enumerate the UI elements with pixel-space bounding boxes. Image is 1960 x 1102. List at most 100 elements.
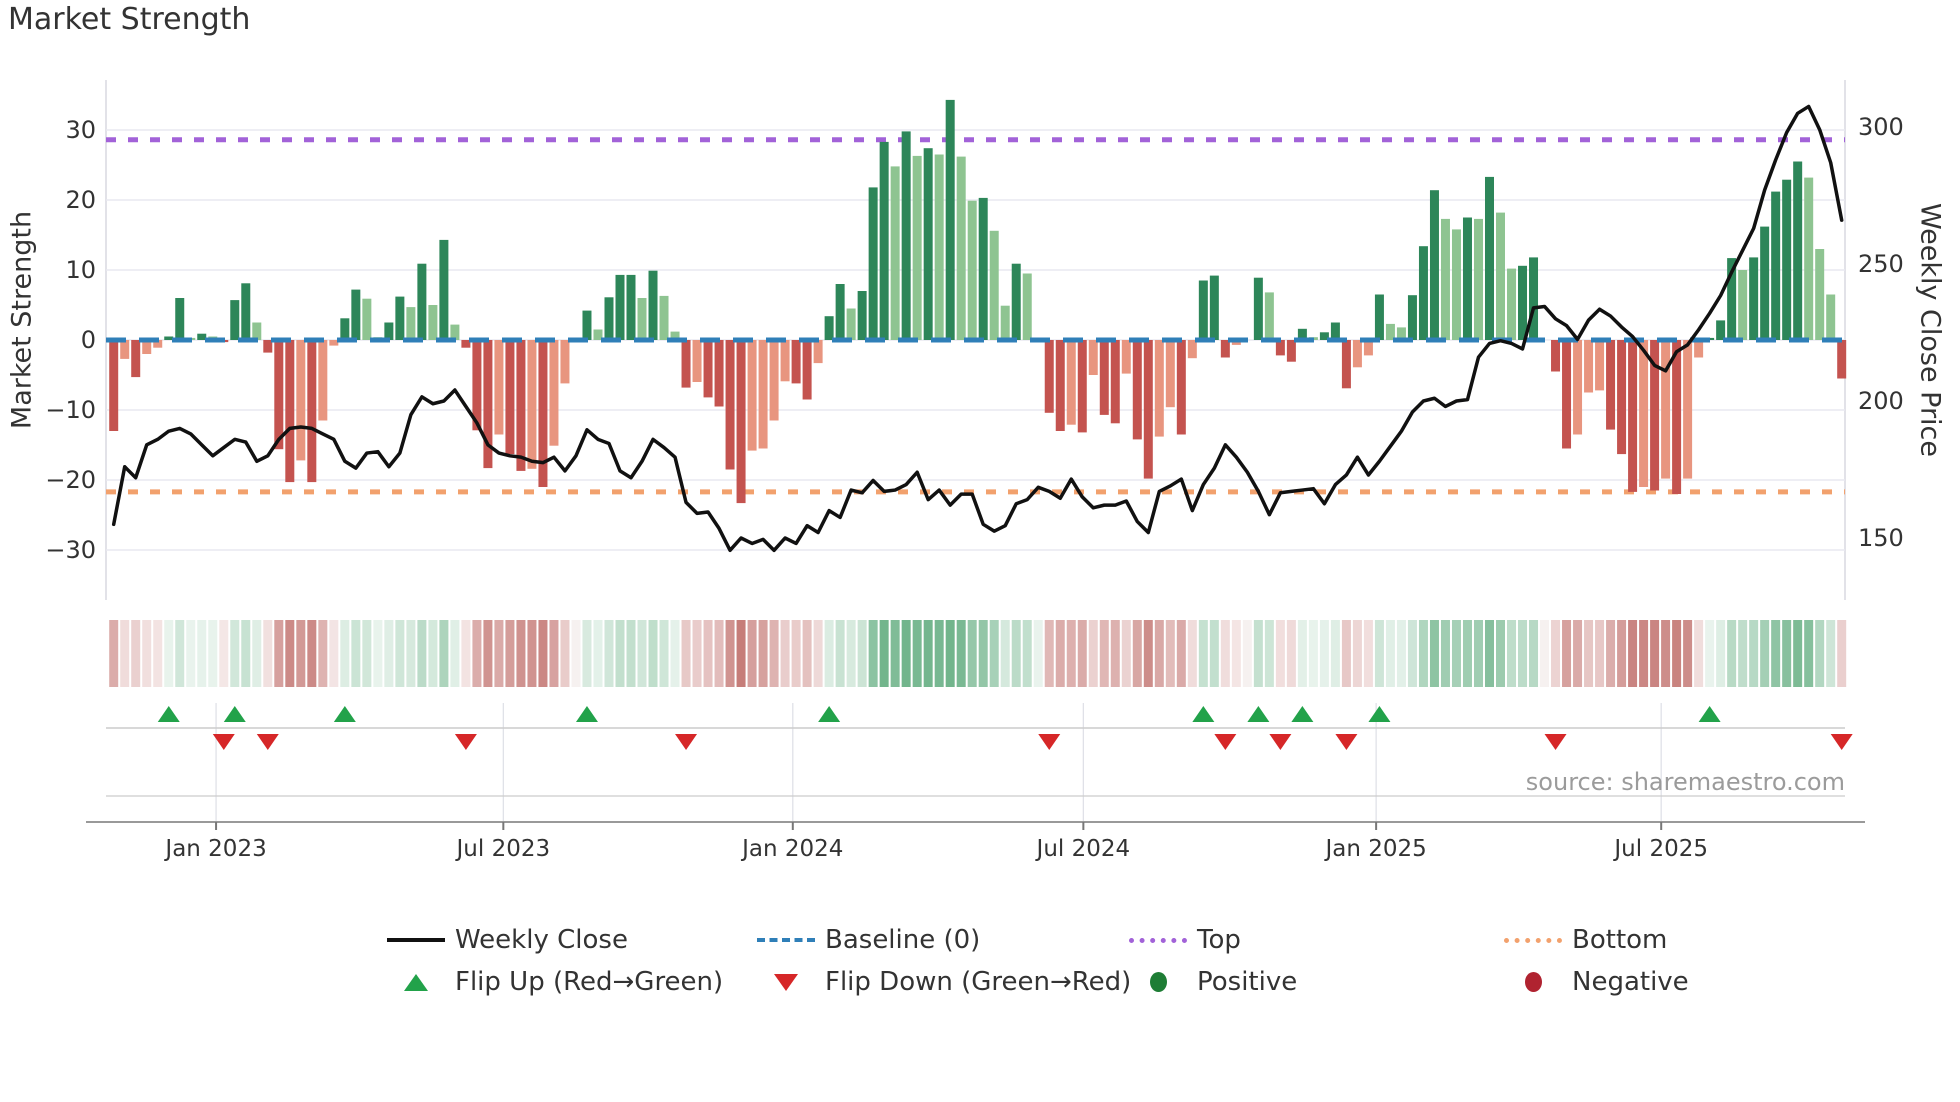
heat-cell (1606, 620, 1616, 687)
heat-cell (1165, 620, 1175, 687)
strength-bar (1694, 340, 1704, 358)
legend-item-negative: Negative (1504, 967, 1689, 997)
strength-bar (120, 340, 130, 359)
strength-bar (417, 263, 427, 340)
flip-up-triangle-icon (387, 973, 445, 991)
heat-cell (1088, 620, 1098, 687)
heat-cell (791, 620, 801, 687)
heat-cell (857, 620, 867, 687)
strength-bar (1088, 340, 1098, 375)
strength-bar (538, 340, 548, 487)
strength-bar (1011, 263, 1021, 340)
heat-cell (901, 620, 911, 687)
heat-cell (472, 620, 482, 687)
heat-cell (615, 620, 625, 687)
strength-bar (659, 295, 669, 340)
strength-bar (835, 284, 845, 340)
legend-label: Positive (1197, 967, 1298, 997)
flip-down-triangle-icon (757, 973, 815, 991)
strength-bar (1507, 268, 1517, 340)
heat-cell (197, 620, 207, 687)
heat-cell (1055, 620, 1065, 687)
heat-cell (1837, 620, 1847, 687)
chart-canvas: Market Strength Market Strength Weekly C… (0, 0, 1960, 1102)
strength-bar (274, 340, 284, 450)
heat-cell (1044, 620, 1054, 687)
strength-bar (560, 340, 570, 384)
strength-bar (1595, 340, 1605, 391)
heat-cell (1000, 620, 1010, 687)
legend-label: Negative (1572, 967, 1689, 997)
heat-cell (208, 620, 218, 687)
heat-cell (868, 620, 878, 687)
strength-bar (1451, 229, 1461, 340)
heat-cell (219, 620, 229, 687)
strength-bar (945, 99, 955, 341)
heat-cell (109, 620, 119, 687)
strength-bar (813, 340, 823, 364)
heat-cell (494, 620, 504, 687)
strength-bar (637, 298, 647, 340)
heat-cell (1121, 620, 1131, 687)
heat-cell (1275, 620, 1285, 687)
strength-bar (1793, 161, 1803, 340)
strength-bar (758, 340, 768, 449)
flip-up-marker (1368, 706, 1391, 722)
heat-cell (879, 620, 889, 687)
strength-bar (736, 340, 746, 504)
strength-bar (1573, 340, 1583, 435)
heat-cell (1385, 620, 1395, 687)
strength-bar (1518, 265, 1528, 340)
heat-cell (747, 620, 757, 687)
strength-bar (351, 289, 361, 340)
heat-cell (538, 620, 548, 687)
heat-cell (1209, 620, 1219, 687)
strength-bar (626, 274, 636, 340)
flip-down-marker (1214, 734, 1237, 750)
heat-cell (1826, 620, 1836, 687)
strength-bar (285, 340, 295, 483)
strength-bar (1738, 270, 1748, 340)
heat-cell (1595, 620, 1605, 687)
heat-cell (1462, 620, 1472, 687)
heat-cell (164, 620, 174, 687)
y-tick-left: 0 (80, 326, 96, 354)
strength-bar (307, 340, 317, 483)
strength-bar (1143, 340, 1153, 479)
top-dotted-icon (1129, 937, 1187, 943)
x-tick-label: Jan 2025 (1325, 836, 1427, 862)
strength-bar (978, 197, 988, 340)
strength-bar (1286, 340, 1296, 362)
heat-cell (1022, 620, 1032, 687)
heat-cell (142, 620, 152, 687)
heat-cell (1551, 620, 1561, 687)
heat-cell (978, 620, 988, 687)
heat-cell (1154, 620, 1164, 687)
source-credit: source: sharemaestro.com (1525, 768, 1845, 796)
strength-bar (791, 340, 801, 384)
heat-cell (1407, 620, 1417, 687)
heat-cell (934, 620, 944, 687)
heat-cell (1683, 620, 1693, 687)
heat-cell (560, 620, 570, 687)
heat-cell (1132, 620, 1142, 687)
heat-cell (846, 620, 856, 687)
strength-bar (428, 305, 438, 340)
heat-cell (1374, 620, 1384, 687)
heat-cell (1077, 620, 1087, 687)
strength-bar (934, 154, 944, 340)
flip-up-marker (223, 706, 246, 722)
heat-cell (824, 620, 834, 687)
heat-cell (659, 620, 669, 687)
x-tick-label: Jan 2024 (742, 836, 844, 862)
heat-cell (956, 620, 966, 687)
strength-bar (1473, 218, 1483, 340)
strength-bar (1826, 294, 1836, 340)
strength-bar (1771, 191, 1781, 340)
heat-cell (1440, 620, 1450, 687)
heat-cell (439, 620, 449, 687)
heat-cell (1176, 620, 1186, 687)
strength-bar (1639, 340, 1649, 487)
flip-up-marker (1291, 706, 1314, 722)
strength-bar (1462, 217, 1472, 340)
